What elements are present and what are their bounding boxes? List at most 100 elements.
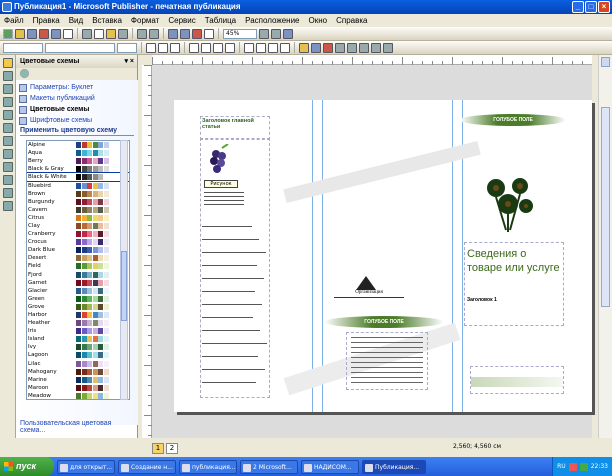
grapes-picture[interactable] xyxy=(204,144,234,180)
decrease-indent-icon[interactable] xyxy=(268,42,278,53)
footer-frame[interactable] xyxy=(470,366,564,394)
color-scheme-item[interactable]: Marine xyxy=(27,376,129,384)
oval-tool-icon[interactable] xyxy=(2,149,13,159)
justify-icon[interactable] xyxy=(225,42,235,53)
color-scheme-item[interactable]: Brown xyxy=(27,190,129,198)
organization-logo[interactable] xyxy=(356,276,376,290)
color-scheme-item[interactable]: Mahogany xyxy=(27,368,129,376)
link-font-schemes[interactable]: Шрифтовые схемы xyxy=(16,113,138,125)
color-scheme-item[interactable]: Maroon xyxy=(27,384,129,392)
vertical-scroll-thumb[interactable] xyxy=(601,107,610,307)
color-scheme-item[interactable]: Burgundy xyxy=(27,198,129,206)
menu-format[interactable]: Формат xyxy=(131,16,159,25)
color-scheme-item[interactable]: Field xyxy=(27,262,129,270)
menu-table[interactable]: Таблица xyxy=(205,16,236,25)
language-indicator[interactable]: RU xyxy=(557,463,566,470)
taskbar-item[interactable]: публикация... xyxy=(179,459,237,474)
color-scheme-item[interactable]: Desert xyxy=(27,254,129,262)
bullets-icon[interactable] xyxy=(256,42,266,53)
vertical-ruler[interactable] xyxy=(142,65,152,438)
color-scheme-item[interactable]: Black & White xyxy=(27,172,129,183)
color-scheme-list[interactable]: Alpine Aqua Berry Black & Gray Black & White… xyxy=(26,140,130,400)
taskbar-item-active[interactable]: Публикация... xyxy=(362,459,426,474)
underline-icon[interactable] xyxy=(170,42,180,53)
organization-name[interactable]: Организация xyxy=(334,290,404,298)
insert-hyperlink-icon[interactable] xyxy=(192,28,202,39)
autoshapes-tool-icon[interactable] xyxy=(2,175,13,185)
design-gallery-icon[interactable] xyxy=(2,201,13,211)
hotspot-tool-icon[interactable] xyxy=(2,188,13,198)
publisher-app-icon[interactable] xyxy=(2,2,12,12)
taskbar-item[interactable]: НАДИСОМ... xyxy=(301,459,359,474)
italic-icon[interactable] xyxy=(158,42,168,53)
redo-icon[interactable] xyxy=(149,28,159,39)
color-scheme-item[interactable]: Meadow xyxy=(27,392,129,399)
link-publication-designs[interactable]: Макеты публикаций xyxy=(16,91,138,103)
line-color-icon[interactable] xyxy=(311,42,321,53)
menu-view[interactable]: Вид xyxy=(69,16,83,25)
align-right-icon[interactable] xyxy=(213,42,223,53)
color-scheme-item[interactable]: Berry xyxy=(27,157,129,165)
cut-icon[interactable] xyxy=(82,28,92,39)
picture-frame-tool-icon[interactable] xyxy=(2,110,13,120)
insert-table-tool-icon[interactable] xyxy=(2,84,13,94)
zoom-in-icon[interactable] xyxy=(271,28,281,39)
color-scheme-item[interactable]: Iris xyxy=(27,327,129,335)
color-scheme-item[interactable]: Harbor xyxy=(27,311,129,319)
color-scheme-item[interactable]: Cavern xyxy=(27,206,129,214)
color-scheme-item[interactable]: Citrus xyxy=(27,214,129,222)
bold-icon[interactable] xyxy=(146,42,156,53)
color-scheme-item[interactable]: Island xyxy=(27,335,129,343)
bring-forward-icon[interactable] xyxy=(168,28,178,39)
numbering-icon[interactable] xyxy=(244,42,254,53)
arrow-tool-icon[interactable] xyxy=(2,136,13,146)
banner-mid[interactable]: ГОЛУБОЕ ПОЛЕ xyxy=(324,316,444,328)
zoom-dropdown[interactable]: 45% xyxy=(223,28,257,39)
maximize-button[interactable]: □ xyxy=(585,1,597,13)
sunflowers-picture[interactable] xyxy=(480,174,540,234)
3d-style-icon[interactable] xyxy=(383,42,393,53)
color-scheme-item[interactable]: Lilac xyxy=(27,360,129,368)
product-frame[interactable]: Сведения о товаре или услуге Заголовок 1 xyxy=(464,242,564,326)
color-scheme-item[interactable]: Bluebird xyxy=(27,181,129,189)
color-scheme-item[interactable]: Glacier xyxy=(27,287,129,295)
line-style-icon[interactable] xyxy=(335,42,345,53)
arrow-style-icon[interactable] xyxy=(359,42,369,53)
page-tab-2[interactable]: 2 xyxy=(166,442,178,454)
color-scheme-item[interactable]: Clay xyxy=(27,222,129,230)
menu-tools[interactable]: Сервис xyxy=(168,16,195,25)
headline-frame[interactable]: Заголовок главной статьи xyxy=(200,116,270,140)
font-size-dropdown[interactable] xyxy=(117,42,137,53)
brochure-page[interactable]: Заголовок главной статьи Рисунок Организ… xyxy=(174,100,592,412)
print-icon[interactable] xyxy=(51,28,61,39)
address-frame[interactable] xyxy=(346,332,428,390)
menu-edit[interactable]: Правка xyxy=(33,16,60,25)
wordart-tool-icon[interactable] xyxy=(2,97,13,107)
scrollbar-thumb[interactable] xyxy=(121,251,127,321)
preview-icon[interactable] xyxy=(63,28,73,39)
forward-icon[interactable] xyxy=(20,69,29,78)
start-button[interactable]: пуск xyxy=(0,457,54,476)
font-color-icon[interactable] xyxy=(323,42,333,53)
style-dropdown[interactable] xyxy=(3,42,43,53)
tray-icon[interactable] xyxy=(568,462,577,471)
color-scheme-item[interactable]: Grove xyxy=(27,303,129,311)
menu-help[interactable]: Справка xyxy=(336,16,367,25)
text-box-tool-icon[interactable] xyxy=(2,71,13,81)
copy-icon[interactable] xyxy=(94,28,104,39)
custom-color-scheme-link[interactable]: Пользовательская цветовая схема... xyxy=(20,420,137,434)
scroll-up-icon[interactable] xyxy=(601,57,610,67)
spelling-icon[interactable] xyxy=(3,28,13,39)
shadow-style-icon[interactable] xyxy=(371,42,381,53)
color-scheme-item[interactable]: Cranberry xyxy=(27,230,129,238)
increase-indent-icon[interactable] xyxy=(280,42,290,53)
taskbar-item[interactable]: Создание н... xyxy=(118,459,176,474)
taskbar-item[interactable]: 2 Microsoft... xyxy=(240,459,298,474)
zoom-out-icon[interactable] xyxy=(259,28,269,39)
color-scheme-item[interactable]: Green xyxy=(27,295,129,303)
dash-style-icon[interactable] xyxy=(347,42,357,53)
font-dropdown[interactable] xyxy=(45,42,115,53)
vertical-scrollbar[interactable] xyxy=(598,55,612,438)
product-title[interactable]: Сведения о товаре или услуге xyxy=(467,247,561,275)
menu-insert[interactable]: Вставка xyxy=(92,16,122,25)
